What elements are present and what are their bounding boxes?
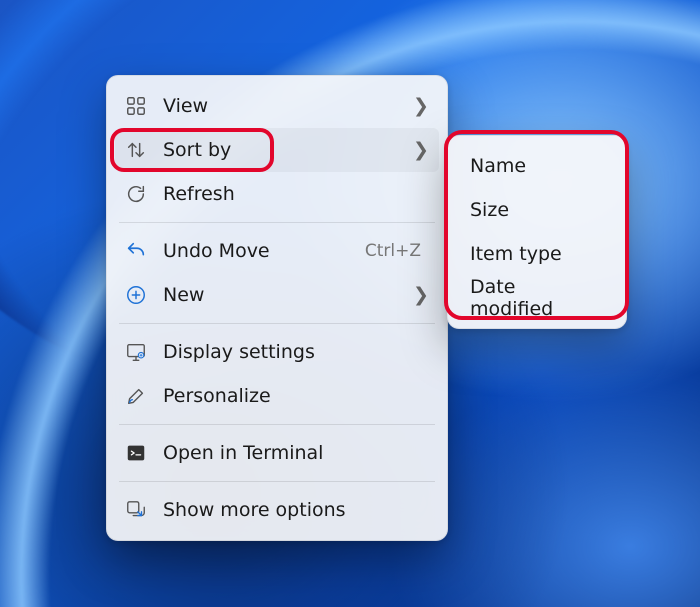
menu-item-label: Personalize	[163, 385, 427, 407]
menu-separator	[119, 222, 435, 223]
menu-item-accelerator: Ctrl+Z	[365, 241, 421, 261]
personalize-brush-icon	[123, 383, 149, 409]
desktop-context-menu: View ❯ Sort by ❯ Refresh Undo Move Ctrl+…	[106, 75, 448, 541]
menu-item-personalize[interactable]: Personalize	[115, 374, 439, 418]
new-plus-icon	[123, 282, 149, 308]
submenu-item-label: Item type	[470, 243, 562, 265]
sort-by-submenu: Name Size Item type Date modified	[447, 135, 627, 329]
menu-item-refresh[interactable]: Refresh	[115, 172, 439, 216]
menu-separator	[119, 323, 435, 324]
menu-item-undo-move[interactable]: Undo Move Ctrl+Z	[115, 229, 439, 273]
terminal-icon	[123, 440, 149, 466]
menu-item-open-terminal[interactable]: Open in Terminal	[115, 431, 439, 475]
sort-icon	[123, 137, 149, 163]
menu-item-view[interactable]: View ❯	[115, 84, 439, 128]
view-grid-icon	[123, 93, 149, 119]
menu-item-label: New	[163, 284, 413, 306]
menu-item-label: Sort by	[163, 139, 413, 161]
submenu-item-size[interactable]: Size	[456, 188, 618, 232]
menu-item-sort-by[interactable]: Sort by ❯	[115, 128, 439, 172]
menu-item-label: Refresh	[163, 183, 427, 205]
submenu-item-label: Date modified	[470, 276, 604, 320]
menu-item-label: Show more options	[163, 499, 427, 521]
menu-item-display-settings[interactable]: Display settings	[115, 330, 439, 374]
submenu-item-date-modified[interactable]: Date modified	[456, 276, 618, 320]
undo-icon	[123, 238, 149, 264]
menu-item-label: Undo Move	[163, 240, 365, 262]
submenu-item-label: Size	[470, 199, 509, 221]
chevron-right-icon: ❯	[413, 95, 427, 117]
menu-separator	[119, 424, 435, 425]
refresh-icon	[123, 181, 149, 207]
chevron-right-icon: ❯	[413, 284, 427, 306]
submenu-item-name[interactable]: Name	[456, 144, 618, 188]
menu-item-label: Display settings	[163, 341, 427, 363]
menu-separator	[119, 481, 435, 482]
display-settings-icon	[123, 339, 149, 365]
menu-item-label: View	[163, 95, 413, 117]
menu-item-show-more-options[interactable]: Show more options	[115, 488, 439, 532]
more-options-icon	[123, 497, 149, 523]
submenu-item-label: Name	[470, 155, 526, 177]
submenu-item-item-type[interactable]: Item type	[456, 232, 618, 276]
menu-item-new[interactable]: New ❯	[115, 273, 439, 317]
chevron-right-icon: ❯	[413, 139, 427, 161]
menu-item-label: Open in Terminal	[163, 442, 427, 464]
